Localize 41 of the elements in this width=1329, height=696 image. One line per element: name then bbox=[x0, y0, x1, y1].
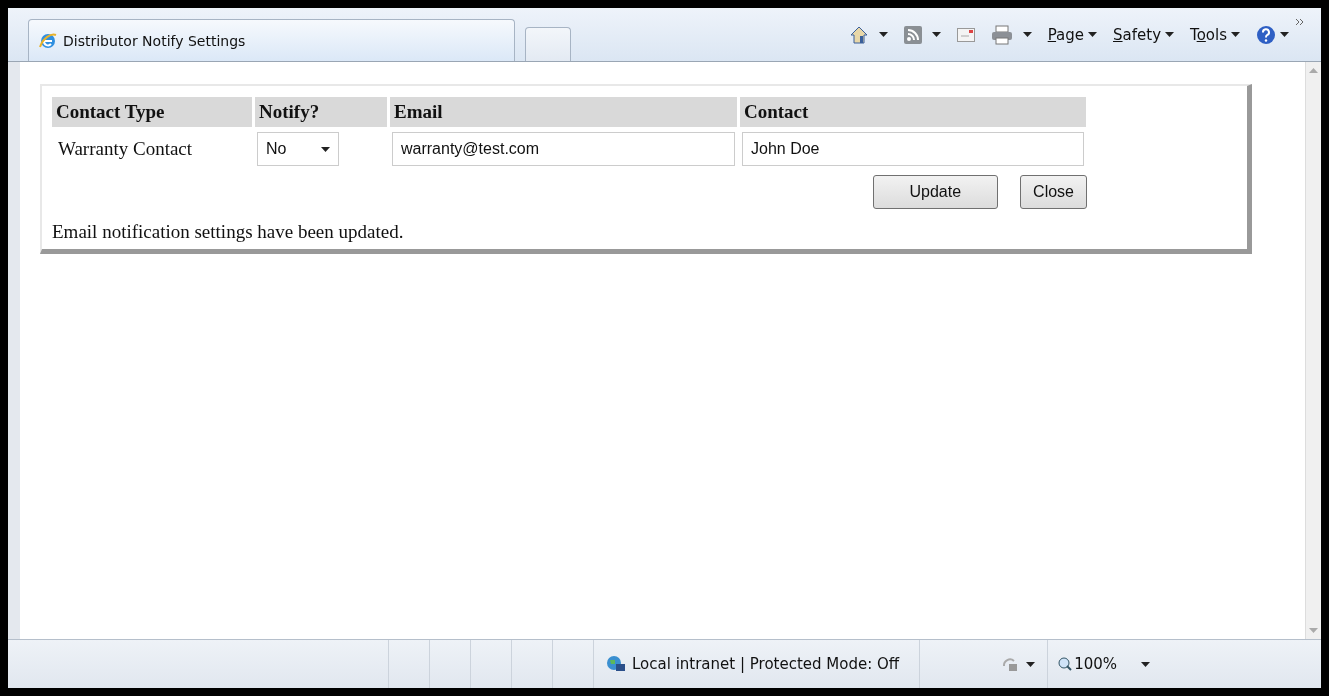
menu-button[interactable]: Tools bbox=[1188, 23, 1242, 46]
mail-button[interactable] bbox=[954, 25, 977, 44]
update-button[interactable]: Update bbox=[872, 175, 999, 209]
table-cell-text: Warranty Contact bbox=[57, 137, 194, 161]
caret-icon bbox=[931, 32, 941, 37]
feeds-button[interactable] bbox=[901, 23, 943, 46]
status-message: Email notification settings have been updated. bbox=[52, 221, 405, 243]
notify-dropdown[interactable]: No bbox=[257, 132, 339, 166]
printer-icon bbox=[990, 24, 1013, 45]
scrollbar[interactable] bbox=[1305, 62, 1321, 639]
menu-button[interactable]: Safety bbox=[1111, 23, 1176, 46]
help-icon bbox=[1256, 24, 1276, 45]
caret-icon bbox=[1141, 661, 1151, 667]
scroll-down-icon[interactable] bbox=[1309, 628, 1318, 633]
close-button[interactable]: Close bbox=[1020, 175, 1087, 209]
caret-icon bbox=[1280, 32, 1289, 37]
column-header: Notify? bbox=[255, 97, 387, 127]
caret-icon bbox=[1026, 661, 1036, 667]
caret-icon bbox=[1088, 32, 1097, 37]
browser-tab[interactable]: Distributor Notify Settings bbox=[28, 19, 515, 61]
home-icon bbox=[848, 24, 869, 45]
caret-icon bbox=[1165, 32, 1174, 37]
caret-icon bbox=[1022, 32, 1032, 37]
globe-e-icon bbox=[39, 31, 57, 50]
email-field[interactable]: warranty@test.com bbox=[392, 132, 735, 166]
column-header: Contact Type bbox=[52, 97, 252, 127]
zoom-button[interactable]: 100% bbox=[1048, 655, 1161, 673]
column-header: Email bbox=[390, 97, 737, 127]
envelope-icon bbox=[956, 27, 975, 42]
caret-icon bbox=[321, 146, 330, 152]
security-zone-text: Local intranet | Protected Mode: Off bbox=[632, 655, 900, 673]
chevron-icon[interactable] bbox=[1295, 18, 1305, 26]
feed-icon bbox=[903, 25, 922, 44]
menu-button[interactable]: Page bbox=[1045, 23, 1099, 46]
tab-title: Distributor Notify Settings bbox=[63, 32, 246, 49]
scroll-up-icon[interactable] bbox=[1309, 68, 1318, 73]
magnifier-icon bbox=[1058, 657, 1073, 671]
column-header: Contact bbox=[740, 97, 1086, 127]
contact-field[interactable]: John Doe bbox=[742, 132, 1084, 166]
caret-icon bbox=[1231, 32, 1240, 37]
caret-icon bbox=[878, 32, 888, 37]
